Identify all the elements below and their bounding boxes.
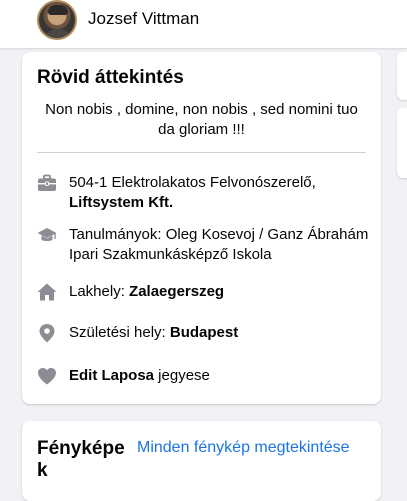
- avatar-hair: [48, 5, 68, 15]
- intro-bio: Non nobis , domine, non nobis , sed nomi…: [45, 101, 358, 138]
- location-pin-icon: [37, 323, 57, 343]
- work-text: 504-1 Elektrolakatos Felvonószerelő,: [69, 174, 316, 191]
- user-name[interactable]: Jozsef Vittman: [88, 9, 199, 29]
- heart-icon: [37, 366, 57, 386]
- birthplace-label: Születési hely:: [69, 324, 170, 341]
- briefcase-icon: [37, 173, 57, 193]
- birthplace-city-link[interactable]: Budapest: [170, 324, 238, 341]
- intro-card: Rövid áttekintés Non nobis , domine, non…: [22, 52, 381, 404]
- home-icon: [37, 282, 57, 302]
- photos-title: Fényképek: [37, 438, 125, 481]
- profile-header-bar: Jozsef Vittman: [0, 0, 407, 48]
- adjacent-card-edge-lower: [397, 108, 407, 178]
- lives-in-city-link[interactable]: Zalaegerszeg: [129, 283, 224, 300]
- adjacent-card-edge: [397, 52, 407, 100]
- graduation-cap-icon: [37, 225, 57, 245]
- lives-in-label: Lakhely:: [69, 283, 130, 300]
- avatar-shoulders: [43, 29, 73, 38]
- user-avatar[interactable]: [37, 0, 77, 40]
- photos-card: Fényképek Minden fénykép megtekintése: [22, 421, 381, 501]
- education-text: Tanulmányok: Oleg Kosevoj / Ganz Ábrahám…: [69, 226, 369, 263]
- intro-title: Rövid áttekintés: [37, 67, 184, 88]
- intro-divider: [37, 152, 366, 153]
- relationship-status: jegyese: [154, 367, 210, 384]
- work-company-link[interactable]: Liftsystem Kft.: [69, 194, 173, 211]
- partner-name-link[interactable]: Edit Laposa: [69, 367, 154, 384]
- see-all-photos-link[interactable]: Minden fénykép megtekintése: [137, 439, 350, 457]
